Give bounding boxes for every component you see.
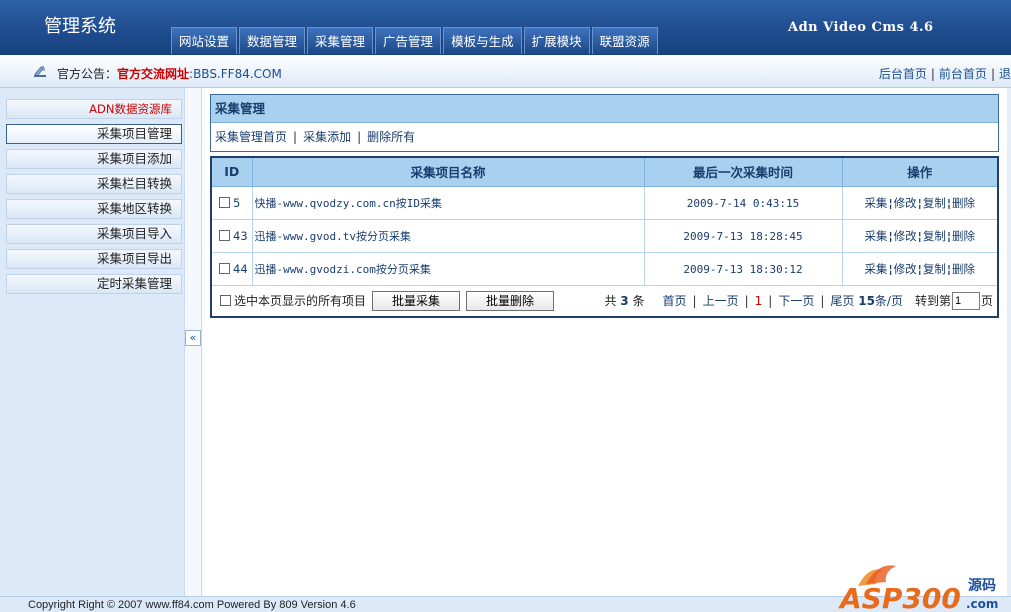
announcement-url[interactable]: :BBS.FF84.COM — [189, 67, 282, 81]
admin-home-link[interactable]: 后台首页 — [879, 67, 927, 81]
op-delete-link[interactable]: 删除 — [952, 262, 975, 276]
select-all-checkbox[interactable] — [220, 295, 231, 306]
announcement-bar: 官方公告：官方交流网址:BBS.FF84.COM 后台首页 | 前台首页 | 退 — [0, 55, 1011, 88]
row-checkbox[interactable] — [219, 229, 230, 241]
row-name-link[interactable]: 快播-www.qvodzy.com.cn按ID采集 — [255, 197, 442, 210]
op-collect-link[interactable]: 采集 — [864, 196, 887, 210]
per-page-count: 15 — [858, 293, 875, 308]
row-time: 2009-7-13 18:30:12 — [683, 262, 803, 276]
sidebar-item-project-management[interactable]: 采集项目管理 — [6, 124, 182, 144]
sidebar-item-column-convert[interactable]: 采集栏目转换 — [6, 174, 182, 194]
row-id: 5 — [233, 195, 241, 210]
row-name-link[interactable]: 迅播-www.gvod.tv按分页采集 — [255, 230, 411, 243]
watermark-domain: .com — [966, 597, 998, 611]
goto-page-input[interactable] — [951, 291, 980, 310]
first-page-link[interactable]: 首页 — [663, 292, 687, 309]
collapse-sidebar-button[interactable]: « — [185, 330, 201, 346]
row-id: 43 — [233, 228, 248, 243]
row-checkbox[interactable] — [219, 262, 230, 274]
last-page-link[interactable]: 尾页 — [830, 292, 854, 309]
collection-home-link[interactable]: 采集管理首页 — [215, 130, 287, 144]
front-home-link[interactable]: 前台首页 — [939, 67, 987, 81]
nav-tab-template-generation[interactable]: 模板与生成 — [443, 27, 522, 54]
col-header-time: 最后一次采集时间 — [643, 156, 843, 187]
op-collect-link[interactable]: 采集 — [864, 229, 887, 243]
announcement-label: 官方公告： — [57, 67, 118, 81]
top-links: 后台首页 | 前台首页 | 退 — [878, 67, 1011, 81]
batch-collect-button[interactable]: 批量采集 — [372, 290, 461, 311]
panel-links: 采集管理首页 | 采集添加 | 删除所有 — [215, 130, 416, 144]
nav-tab-ad-management[interactable]: 广告管理 — [375, 27, 442, 54]
row-time: 2009-7-13 18:28:45 — [683, 229, 803, 243]
sidebar-item-project-export[interactable]: 采集项目导出 — [6, 249, 182, 269]
op-edit-link[interactable]: 修改 — [894, 229, 917, 243]
per-page-suffix: 条/页 — [874, 294, 903, 308]
total-count: 3 — [620, 293, 629, 308]
op-copy-link[interactable]: 复制 — [923, 229, 946, 243]
collection-panel: 采集管理 采集管理首页 | 采集添加 | 删除所有 — [210, 94, 999, 152]
copyright-text: Copyright Right © 2007 www.ff84.com Powe… — [28, 599, 356, 611]
main-content: 采集管理 采集管理首页 | 采集添加 | 删除所有 ID 采集项目名称 最后一次采集时间… — [202, 88, 1011, 596]
watermark-text: ASP300 — [838, 582, 961, 612]
total-prefix: 共 — [604, 294, 617, 308]
nav-tab-alliance-resources[interactable]: 联盟资源 — [591, 27, 658, 54]
left-sidebar: ADN数据资源库 采集项目管理 采集项目添加 采集栏目转换 采集地区转换 采集项… — [0, 88, 184, 596]
batch-delete-button[interactable]: 批量删除 — [466, 290, 555, 311]
watermark-sub: 源码 — [968, 577, 996, 594]
select-all-label: 选中本页显示的所有项目 — [234, 294, 367, 308]
panel-title: 采集管理 — [211, 95, 998, 123]
row-id: 44 — [233, 261, 248, 276]
pagination: 共 3 条 首页| 上一页| 1| 下一页| 尾页 15条/页 转到第页 — [604, 291, 993, 310]
nav-tab-site-settings[interactable]: 网站设置 — [171, 27, 238, 54]
table-row: 44 迅播-www.gvodzi.com按分页采集 2009-7-13 18:3… — [210, 251, 999, 286]
asp300-watermark-logo: ASP300 源码 .com — [838, 565, 998, 612]
exit-link[interactable]: 退 — [999, 67, 1011, 81]
app-title: 管理系统 — [44, 16, 116, 37]
collection-table: ID 采集项目名称 最后一次采集时间 操作 5 快播-www.qvodzy.co… — [210, 156, 999, 318]
op-copy-link[interactable]: 复制 — [923, 196, 946, 210]
sidebar-item-region-convert[interactable]: 采集地区转换 — [6, 199, 182, 219]
op-edit-link[interactable]: 修改 — [894, 196, 917, 210]
next-page-link[interactable]: 下一页 — [778, 292, 814, 309]
op-edit-link[interactable]: 修改 — [894, 262, 917, 276]
total-suffix: 条 — [632, 294, 645, 308]
prev-page-link[interactable]: 上一页 — [703, 292, 739, 309]
sidebar-item-adn-resource[interactable]: ADN数据资源库 — [6, 99, 182, 119]
collection-add-link[interactable]: 采集添加 — [303, 130, 351, 144]
col-header-id: ID — [210, 156, 253, 187]
announcement-icon — [34, 65, 46, 77]
table-header-row: ID 采集项目名称 最后一次采集时间 操作 — [210, 156, 999, 187]
row-name-link[interactable]: 迅播-www.gvodzi.com按分页采集 — [255, 263, 431, 276]
announcement-highlight: 官方交流网址 — [117, 67, 190, 81]
sidebar-item-project-add[interactable]: 采集项目添加 — [6, 149, 182, 169]
delete-all-link[interactable]: 删除所有 — [367, 130, 415, 144]
table-row: 5 快播-www.qvodzy.com.cn按ID采集 2009-7-14 0:… — [210, 185, 999, 220]
op-delete-link[interactable]: 删除 — [952, 229, 975, 243]
table-row: 43 迅播-www.gvod.tv按分页采集 2009-7-13 18:28:4… — [210, 218, 999, 253]
op-delete-link[interactable]: 删除 — [952, 196, 975, 210]
row-time: 2009-7-14 0:43:15 — [686, 196, 800, 210]
goto-prefix: 转到第 — [914, 294, 951, 308]
current-page: 1 — [754, 293, 763, 308]
vertical-scrollbar[interactable] — [1007, 88, 1011, 596]
row-checkbox[interactable] — [219, 196, 230, 208]
nav-tab-data-management[interactable]: 数据管理 — [239, 27, 306, 54]
goto-suffix: 页 — [980, 294, 993, 308]
sidebar-item-scheduled-collection[interactable]: 定时采集管理 — [6, 274, 182, 294]
nav-tab-extension-modules[interactable]: 扩展模块 — [523, 27, 590, 54]
op-copy-link[interactable]: 复制 — [923, 262, 946, 276]
sidebar-item-project-import[interactable]: 采集项目导入 — [6, 224, 182, 244]
top-header: 管理系统 网站设置 数据管理 采集管理 广告管理 模板与生成 扩展模块 联盟资源… — [0, 0, 1011, 55]
op-collect-link[interactable]: 采集 — [864, 262, 887, 276]
nav-tab-collection-management[interactable]: 采集管理 — [307, 27, 374, 54]
main-nav: 网站设置 数据管理 采集管理 广告管理 模板与生成 扩展模块 联盟资源 — [171, 27, 658, 54]
brand-version: Adn Video Cms 4.6 — [788, 20, 934, 35]
col-header-name: 采集项目名称 — [251, 156, 645, 187]
col-header-actions: 操作 — [841, 156, 999, 187]
table-footer-row: 选中本页显示的所有项目 批量采集 批量删除 共 3 条 首页 | 上一页 | 1 | … — [210, 284, 999, 317]
